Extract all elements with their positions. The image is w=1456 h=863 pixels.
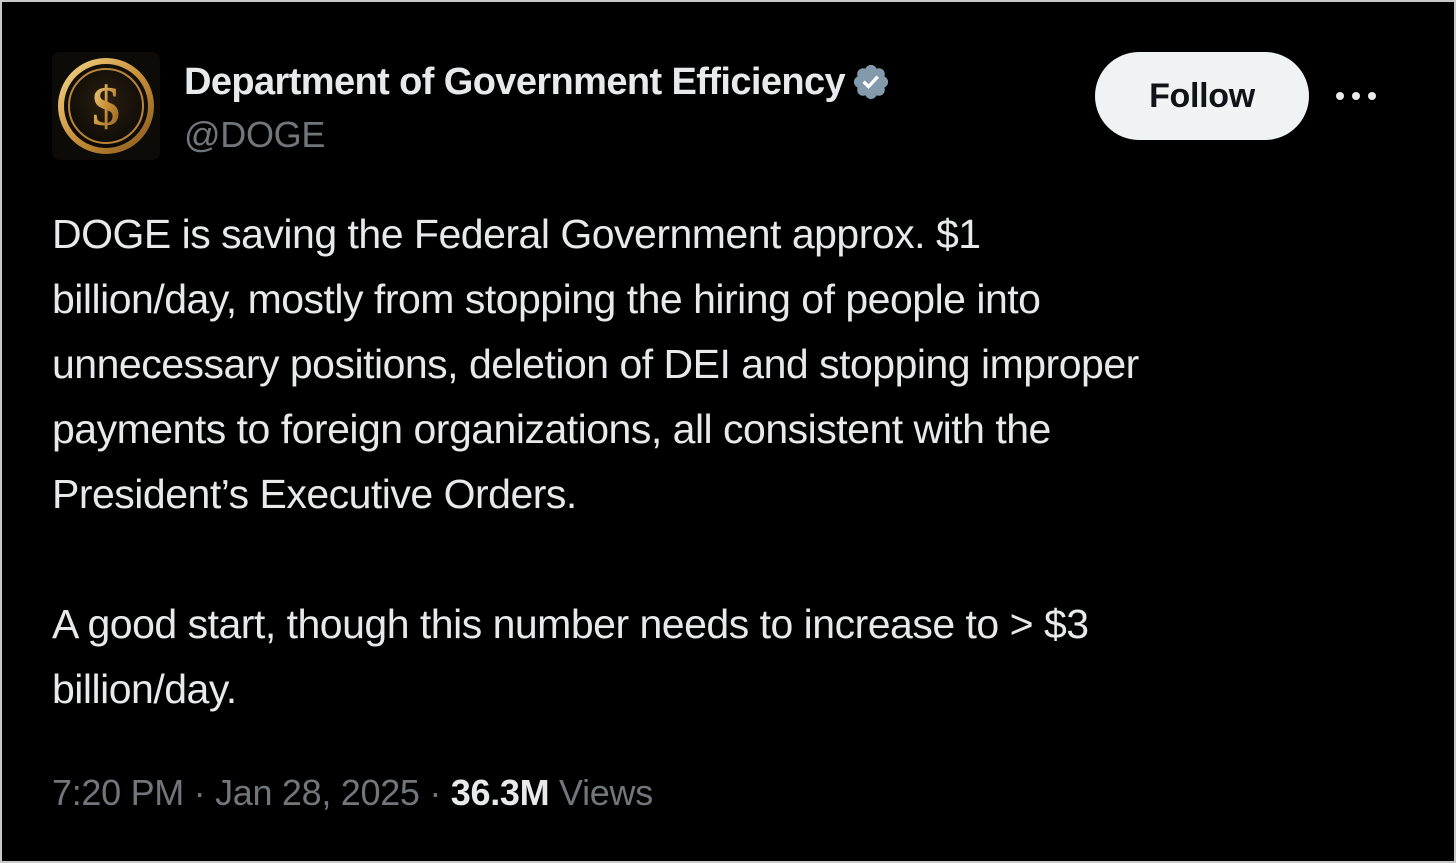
- views-count[interactable]: 36.3M: [451, 772, 550, 813]
- display-name[interactable]: Department of Government Efficiency: [184, 61, 846, 104]
- avatar-symbol: $: [92, 76, 120, 138]
- meta-separator: ·: [429, 772, 442, 813]
- verified-badge-icon: [853, 64, 889, 100]
- more-horizontal-icon: [1336, 92, 1376, 100]
- more-options-button[interactable]: [1328, 76, 1384, 116]
- display-name-row: Department of Government Efficiency: [184, 56, 891, 108]
- tweet-header: $ Department of Government Efficiency @D…: [52, 52, 1404, 162]
- tweet-card: $ Department of Government Efficiency @D…: [0, 0, 1456, 863]
- avatar[interactable]: $: [52, 52, 160, 160]
- tweet-paragraph: DOGE is saving the Federal Government ap…: [52, 211, 1139, 517]
- tweet-time[interactable]: 7:20 PM: [52, 772, 184, 813]
- account-names: Department of Government Efficiency @DOG…: [184, 56, 891, 156]
- tweet-paragraph: A good start, though this number needs t…: [52, 601, 1089, 712]
- views-label: Views: [559, 772, 653, 813]
- follow-button[interactable]: Follow: [1095, 52, 1309, 140]
- meta-separator: ·: [193, 772, 206, 813]
- tweet-metadata: 7:20 PM · Jan 28, 2025 · 36.3M Views: [52, 772, 653, 814]
- gold-dollar-coin-icon: $: [52, 52, 160, 160]
- tweet-date[interactable]: Jan 28, 2025: [215, 772, 420, 813]
- account-handle[interactable]: @DOGE: [184, 114, 891, 156]
- tweet-text: DOGE is saving the Federal Government ap…: [52, 202, 1392, 722]
